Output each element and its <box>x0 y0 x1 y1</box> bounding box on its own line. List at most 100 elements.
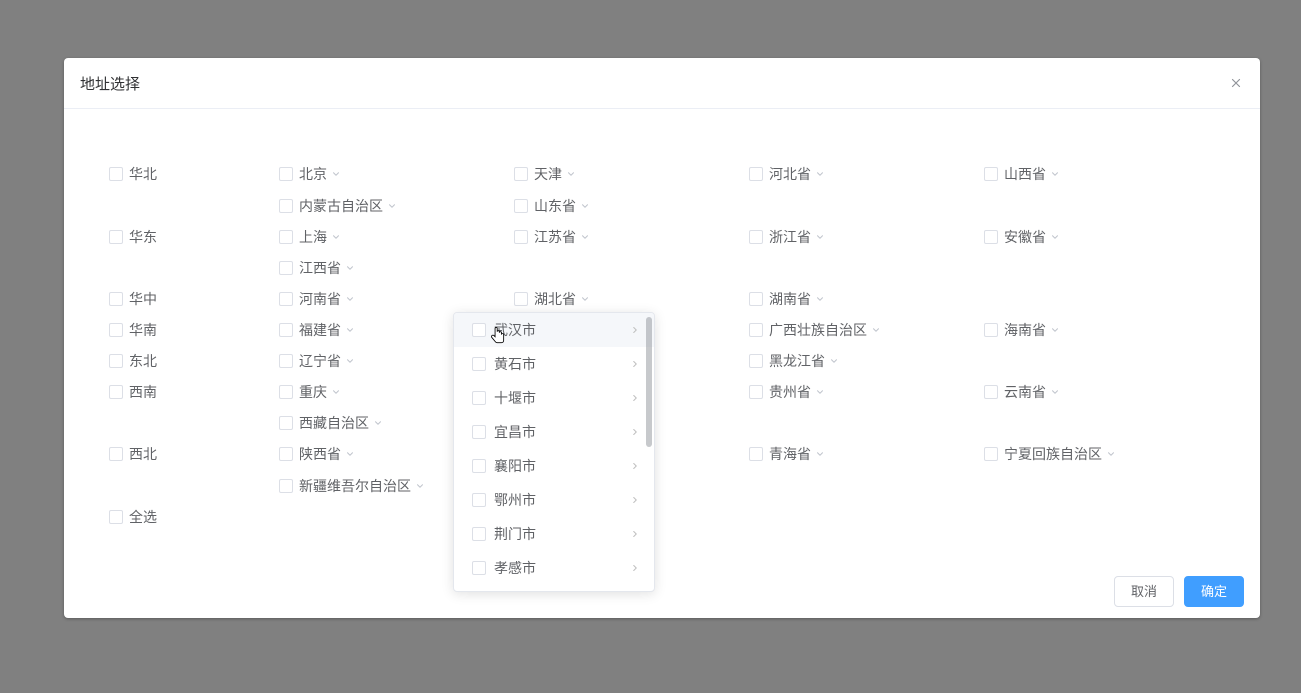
province-chongqing[interactable]: 重庆 <box>279 382 341 402</box>
province-tianjin[interactable]: 天津 <box>514 164 576 184</box>
province-hebei[interactable]: 河北省 <box>749 164 825 184</box>
checkbox[interactable] <box>279 385 293 399</box>
checkbox[interactable] <box>472 391 486 405</box>
province-ningxia[interactable]: 宁夏回族自治区 <box>984 444 1116 464</box>
province-yunnan[interactable]: 云南省 <box>984 382 1060 402</box>
cancel-button[interactable]: 取消 <box>1114 576 1174 607</box>
city-item-yichang[interactable]: 宜昌市 <box>454 415 654 449</box>
checkbox[interactable] <box>749 323 763 337</box>
checkbox[interactable] <box>279 416 293 430</box>
chevron-down-icon[interactable] <box>331 387 341 397</box>
province-xinjiang[interactable]: 新疆维吾尔自治区 <box>279 476 425 496</box>
chevron-down-icon[interactable] <box>829 356 839 366</box>
checkbox[interactable] <box>514 199 528 213</box>
checkbox[interactable] <box>109 510 123 524</box>
checkbox[interactable] <box>279 230 293 244</box>
scrollbar[interactable] <box>646 317 652 587</box>
city-dropdown-list[interactable]: 武汉市 黄石市 十堰市 宜昌市 襄阳市 鄂州市 <box>454 313 654 591</box>
province-hainan[interactable]: 海南省 <box>984 320 1060 340</box>
chevron-down-icon[interactable] <box>815 449 825 459</box>
city-item-wuhan[interactable]: 武汉市 <box>454 313 654 347</box>
chevron-down-icon[interactable] <box>580 232 590 242</box>
province-fujian[interactable]: 福建省 <box>279 320 355 340</box>
province-shaanxi[interactable]: 陕西省 <box>279 444 355 464</box>
chevron-down-icon[interactable] <box>1050 387 1060 397</box>
checkbox[interactable] <box>279 167 293 181</box>
province-qinghai[interactable]: 青海省 <box>749 444 825 464</box>
chevron-down-icon[interactable] <box>1106 449 1116 459</box>
province-guizhou[interactable]: 贵州省 <box>749 382 825 402</box>
checkbox[interactable] <box>984 230 998 244</box>
chevron-down-icon[interactable] <box>815 232 825 242</box>
province-shandong[interactable]: 山东省 <box>514 196 590 216</box>
checkbox[interactable] <box>472 357 486 371</box>
checkbox[interactable] <box>109 292 123 306</box>
checkbox[interactable] <box>472 323 486 337</box>
checkbox[interactable] <box>514 167 528 181</box>
checkbox[interactable] <box>514 230 528 244</box>
region-huanan[interactable]: 华南 <box>109 320 157 340</box>
checkbox[interactable] <box>749 292 763 306</box>
checkbox[interactable] <box>749 230 763 244</box>
province-zhejiang[interactable]: 浙江省 <box>749 227 825 247</box>
chevron-down-icon[interactable] <box>331 232 341 242</box>
checkbox[interactable] <box>984 385 998 399</box>
region-xinan[interactable]: 西南 <box>109 382 157 402</box>
region-xibei[interactable]: 西北 <box>109 444 157 464</box>
checkbox[interactable] <box>472 561 486 575</box>
province-hubei[interactable]: 湖北省 <box>514 289 590 309</box>
chevron-down-icon[interactable] <box>345 356 355 366</box>
chevron-down-icon[interactable] <box>580 294 590 304</box>
checkbox[interactable] <box>472 527 486 541</box>
chevron-down-icon[interactable] <box>566 169 576 179</box>
checkbox[interactable] <box>109 354 123 368</box>
checkbox[interactable] <box>279 261 293 275</box>
checkbox[interactable] <box>984 167 998 181</box>
checkbox[interactable] <box>472 425 486 439</box>
chevron-down-icon[interactable] <box>331 169 341 179</box>
province-heilongjiang[interactable]: 黑龙江省 <box>749 351 839 371</box>
checkbox[interactable] <box>984 323 998 337</box>
province-hunan[interactable]: 湖南省 <box>749 289 825 309</box>
city-item-shiyan[interactable]: 十堰市 <box>454 381 654 415</box>
checkbox[interactable] <box>749 167 763 181</box>
province-henan[interactable]: 河南省 <box>279 289 355 309</box>
checkbox[interactable] <box>279 479 293 493</box>
region-huabei[interactable]: 华北 <box>109 164 157 184</box>
chevron-down-icon[interactable] <box>815 387 825 397</box>
scrollbar-thumb[interactable] <box>646 317 652 447</box>
city-item-huangshi[interactable]: 黄石市 <box>454 347 654 381</box>
chevron-down-icon[interactable] <box>387 201 397 211</box>
checkbox[interactable] <box>109 323 123 337</box>
chevron-down-icon[interactable] <box>580 201 590 211</box>
province-beijing[interactable]: 北京 <box>279 164 341 184</box>
city-item-jingmen[interactable]: 荆门市 <box>454 517 654 551</box>
region-huazhong[interactable]: 华中 <box>109 289 157 309</box>
checkbox[interactable] <box>749 354 763 368</box>
province-anhui[interactable]: 安徽省 <box>984 227 1060 247</box>
province-xizang[interactable]: 西藏自治区 <box>279 413 383 433</box>
checkbox[interactable] <box>279 354 293 368</box>
chevron-down-icon[interactable] <box>871 325 881 335</box>
checkbox[interactable] <box>514 292 528 306</box>
chevron-down-icon[interactable] <box>1050 169 1060 179</box>
chevron-down-icon[interactable] <box>1050 325 1060 335</box>
city-item-ezhou[interactable]: 鄂州市 <box>454 483 654 517</box>
checkbox[interactable] <box>109 230 123 244</box>
checkbox[interactable] <box>109 447 123 461</box>
province-guangxi[interactable]: 广西壮族自治区 <box>749 320 881 340</box>
checkbox[interactable] <box>279 199 293 213</box>
province-jiangsu[interactable]: 江苏省 <box>514 227 590 247</box>
chevron-down-icon[interactable] <box>1050 232 1060 242</box>
province-liaoning[interactable]: 辽宁省 <box>279 351 355 371</box>
checkbox[interactable] <box>109 385 123 399</box>
checkbox[interactable] <box>279 292 293 306</box>
province-jiangxi[interactable]: 江西省 <box>279 258 355 278</box>
province-shanghai[interactable]: 上海 <box>279 227 341 247</box>
chevron-down-icon[interactable] <box>345 263 355 273</box>
region-huadong[interactable]: 华东 <box>109 227 157 247</box>
checkbox[interactable] <box>984 447 998 461</box>
chevron-down-icon[interactable] <box>815 169 825 179</box>
checkbox[interactable] <box>749 447 763 461</box>
chevron-down-icon[interactable] <box>815 294 825 304</box>
